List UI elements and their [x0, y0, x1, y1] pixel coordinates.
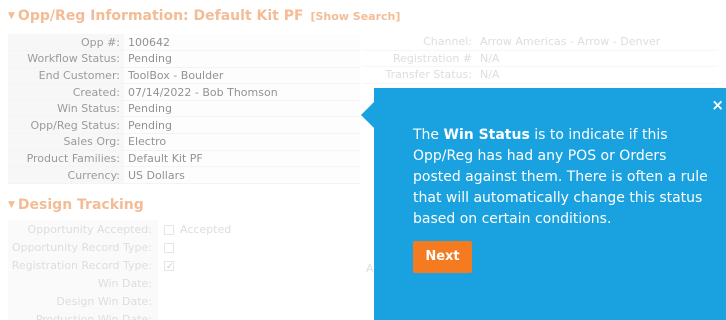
- info-value: Electro: [124, 133, 360, 151]
- design-tracking-value: [158, 274, 360, 292]
- info-value: US Dollars: [124, 166, 360, 184]
- side-label: A: [366, 262, 374, 275]
- checkbox[interactable]: [164, 242, 174, 253]
- right-info-column: Channel: Arrow Americas - Arrow - Denver R…: [362, 34, 718, 84]
- close-icon[interactable]: ×: [711, 96, 724, 114]
- right-info-row: Transfer Status: N/A: [362, 67, 718, 84]
- collapse-triangle-icon[interactable]: ▼: [8, 11, 15, 21]
- right-info-row: Channel: Arrow Americas - Arrow - Denver: [362, 34, 718, 51]
- right-info-row: Registration # N/A: [362, 51, 718, 68]
- info-row: Product Families: Default Kit PF: [8, 150, 360, 168]
- info-label: Workflow Status:: [8, 50, 124, 68]
- info-row: Win Status: Pending: [8, 100, 360, 118]
- tooltip-arrow: [361, 102, 374, 128]
- right-info-label: Registration #: [392, 51, 472, 65]
- collapse-triangle-icon[interactable]: ▼: [8, 200, 15, 210]
- design-tracking-value: Accepted: [158, 220, 360, 238]
- info-label: Win Status:: [8, 100, 124, 118]
- info-value: Pending: [124, 50, 360, 68]
- design-tracking-row: Design Win Date:: [8, 292, 360, 310]
- design-tracking-row: Opportunity Accepted: Accepted: [8, 220, 360, 238]
- info-row: Currency: US Dollars: [8, 166, 360, 184]
- info-row: Created: 07/14/2022 - Bob Thomson: [8, 83, 360, 101]
- design-tracking-table: Opportunity Accepted: Accepted Opportunity…: [8, 220, 360, 320]
- info-row: Sales Org: Electro: [8, 133, 360, 151]
- right-info-value: Arrow Americas - Arrow - Denver: [480, 35, 661, 49]
- design-tracking-row: Registration Record Type:: [8, 256, 360, 274]
- design-tracking-label: Opportunity Record Type:: [8, 238, 158, 256]
- design-tracking-label: Opportunity Accepted:: [8, 220, 158, 238]
- guide-tooltip: × The Win Status is to indicate if this …: [374, 88, 726, 320]
- design-tracking-value: [158, 256, 360, 274]
- info-label: Sales Org:: [8, 133, 124, 151]
- right-info-value: N/A: [480, 68, 500, 82]
- info-value: Pending: [124, 116, 360, 135]
- info-value: Pending: [124, 100, 360, 118]
- info-value: 07/14/2022 - Bob Thomson: [124, 83, 360, 101]
- section-title: Opp/Reg Information: Default Kit PF: [17, 8, 304, 24]
- design-tracking-row: Opportunity Record Type:: [8, 238, 360, 256]
- info-row: End Customer: ToolBox - Boulder: [8, 67, 360, 85]
- right-info-value: N/A: [480, 51, 500, 65]
- design-tracking-label: Production Win Date:: [8, 310, 158, 320]
- design-tracking-label: Design Win Date:: [8, 292, 158, 310]
- info-row: Opp #: 100642: [8, 34, 360, 52]
- design-tracking-header: ▼ Design Tracking: [8, 197, 144, 213]
- design-tracking-value-text: Accepted: [180, 222, 232, 236]
- info-label: End Customer:: [8, 67, 124, 85]
- info-label: Opp/Reg Status:: [8, 116, 124, 135]
- tooltip-text-pre: The: [413, 127, 444, 143]
- info-value: 100642: [124, 34, 360, 52]
- design-tracking-label: Registration Record Type:: [8, 256, 158, 274]
- info-label: Currency:: [8, 166, 124, 184]
- design-tracking-value: [158, 238, 360, 256]
- info-row: Opp/Reg Status: Pending: [8, 116, 360, 135]
- show-search-link[interactable]: [Show Search]: [310, 10, 400, 23]
- info-value: ToolBox - Boulder: [124, 67, 360, 85]
- design-tracking-row: Production Win Date:: [8, 310, 360, 320]
- checkbox[interactable]: [164, 260, 174, 271]
- design-tracking-label: Win Date:: [8, 274, 158, 292]
- info-label: Opp #:: [8, 34, 124, 52]
- info-row: Workflow Status: Pending: [8, 50, 360, 68]
- info-value: Default Kit PF: [124, 150, 360, 168]
- info-label: Product Families:: [8, 150, 124, 168]
- design-tracking-title: Design Tracking: [17, 197, 144, 213]
- design-tracking-row: Win Date:: [8, 274, 360, 292]
- section-header: ▼ Opp/Reg Information: Default Kit PF [Sh…: [8, 8, 400, 24]
- right-info-label: Transfer Status:: [385, 68, 473, 82]
- info-table: Opp #: 100642 Workflow Status: Pending End C…: [8, 34, 360, 184]
- design-tracking-value: [158, 292, 360, 310]
- right-info-label: Channel:: [423, 35, 472, 49]
- design-tracking-value: [158, 310, 360, 320]
- next-button[interactable]: Next: [413, 241, 472, 273]
- checkbox[interactable]: [164, 224, 174, 235]
- tooltip-text: The Win Status is to indicate if this Op…: [413, 125, 718, 230]
- info-label: Created:: [8, 83, 124, 101]
- tooltip-text-bold: Win Status: [443, 127, 530, 143]
